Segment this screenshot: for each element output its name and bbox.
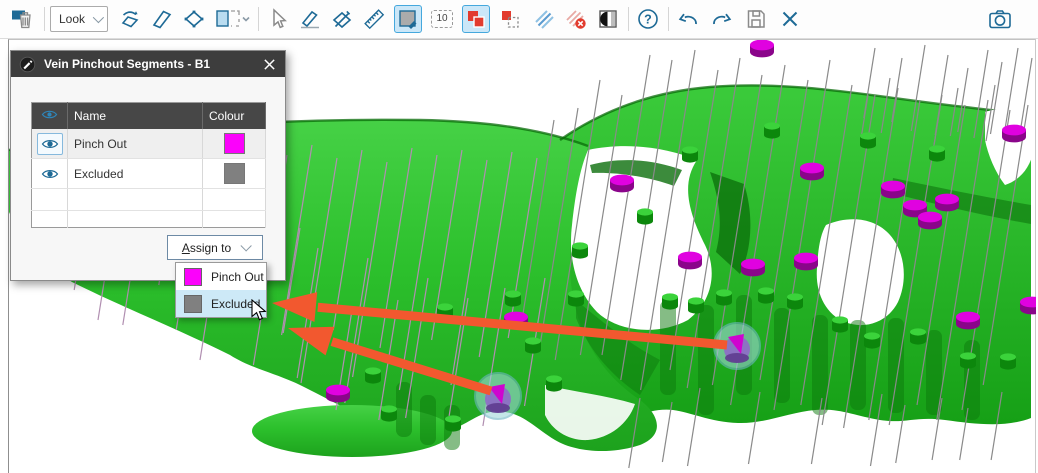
help-button[interactable]: ?	[634, 5, 662, 33]
remove-selection-lines-button[interactable]	[562, 5, 590, 33]
assign-to-button[interactable]: Assign to	[167, 235, 263, 260]
question-glyph: ?	[644, 12, 652, 26]
visibility-column-header[interactable]	[32, 103, 68, 130]
clear-scene-button[interactable]	[8, 5, 36, 33]
new-selection-button[interactable]	[496, 5, 524, 33]
eye-icon	[41, 137, 59, 151]
menu-item-pinch-out[interactable]: Pinch Out	[176, 263, 266, 290]
scene-toolbar: Look 10	[0, 0, 1038, 39]
save-button[interactable]	[742, 5, 770, 33]
dialog-title-text: Vein Pinchout Segments - B1	[44, 57, 210, 71]
assign-mnemonic: A	[182, 241, 190, 255]
interval-value: 10	[436, 13, 447, 24]
colour-swatch[interactable]	[224, 133, 245, 154]
segment-row-pinch-out[interactable]: Pinch Out	[32, 129, 266, 159]
interval-selection-width-button[interactable]: 10	[428, 5, 456, 33]
menu-item-label: Pinch Out	[211, 270, 264, 284]
segment-name: Pinch Out	[68, 129, 203, 159]
colour-swatch	[184, 268, 202, 286]
colour-column-header: Colour	[203, 103, 266, 130]
application-window: Look 10	[0, 0, 1038, 473]
draw-slicer-polyline-button[interactable]	[180, 5, 208, 33]
mouse-cursor	[251, 299, 268, 326]
segment-name: Excluded	[68, 159, 203, 189]
table-header-row: Name Colour	[32, 103, 266, 130]
toolbar-separator	[668, 7, 669, 31]
pinchout-tool-icon	[19, 56, 36, 73]
chevron-down-icon	[93, 12, 104, 23]
draw-polygon-button[interactable]	[328, 5, 356, 33]
close-scene-button[interactable]	[776, 5, 804, 33]
vein-pinchout-segments-dialog: Vein Pinchout Segments - B1 Name Colour	[10, 50, 286, 281]
empty-row	[32, 189, 266, 211]
name-column-header: Name	[68, 103, 203, 130]
visibility-toggle[interactable]	[38, 164, 62, 184]
trash-icon	[21, 13, 31, 28]
chevron-down-icon	[241, 240, 252, 251]
move-plane-button[interactable]	[116, 5, 144, 33]
select-cursor-button[interactable]	[264, 5, 292, 33]
redo-button[interactable]	[708, 5, 736, 33]
measure-button[interactable]	[360, 5, 388, 33]
visibility-toggle[interactable]	[37, 133, 63, 155]
empty-row	[32, 211, 266, 228]
replace-selection-button[interactable]	[462, 5, 490, 33]
slice-mode-dropdown[interactable]	[212, 5, 254, 33]
colour-swatch	[184, 295, 202, 313]
colour-swatch[interactable]	[224, 163, 245, 184]
toolbar-separator	[258, 7, 259, 31]
look-label: Look	[59, 12, 85, 26]
eye-icon	[41, 108, 58, 121]
draw-slicer-button[interactable]	[148, 5, 176, 33]
close-icon[interactable]	[259, 55, 279, 73]
look-dropdown[interactable]: Look	[50, 6, 108, 32]
undo-button[interactable]	[674, 5, 702, 33]
toolbar-separator	[628, 7, 629, 31]
invert-contrast-button[interactable]	[594, 5, 622, 33]
draw-line-button[interactable]	[296, 5, 324, 33]
eye-icon	[41, 167, 59, 181]
screenshot-button[interactable]	[984, 5, 1016, 33]
paint-surface-selection-button[interactable]	[394, 5, 422, 33]
assign-label: ssign to	[190, 241, 231, 255]
show-selection-lines-button[interactable]	[530, 5, 558, 33]
segment-row-excluded[interactable]: Excluded	[32, 159, 266, 189]
dialog-title-bar[interactable]: Vein Pinchout Segments - B1	[11, 51, 285, 77]
toolbar-separator	[44, 7, 45, 31]
segments-table: Name Colour Pinch Out Excluded	[31, 102, 266, 228]
